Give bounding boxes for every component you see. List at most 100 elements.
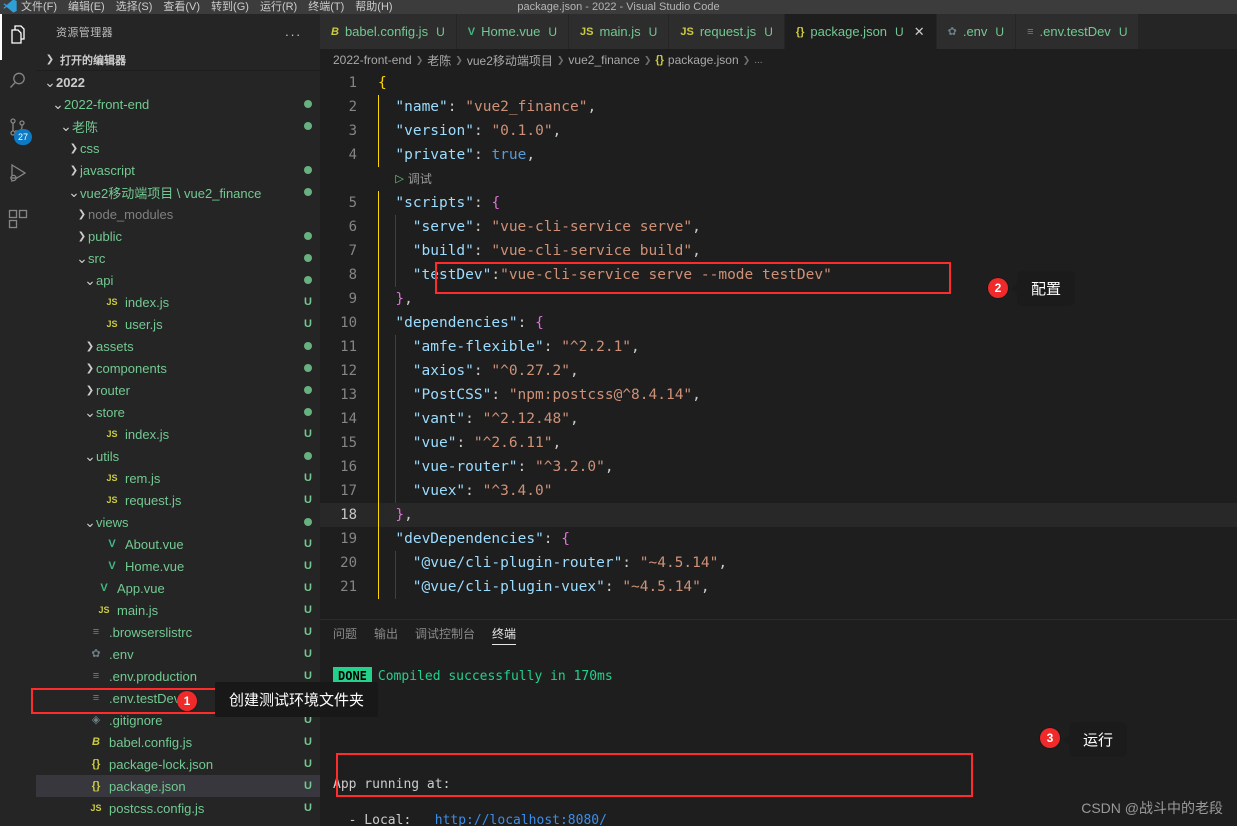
code-line[interactable]: 15 "vue": "^2.6.11",: [320, 431, 1237, 455]
breadcrumb-item[interactable]: ...: [754, 55, 762, 66]
code-line[interactable]: 3 "version": "0.1.0",: [320, 119, 1237, 143]
tree-item-2022[interactable]: ⌄ 2022: [36, 71, 320, 93]
tree-item-node-modules[interactable]: ❯ node_modules: [36, 203, 320, 225]
menu-item-edit[interactable]: 编辑(E): [68, 0, 105, 14]
code-line[interactable]: 18},: [320, 503, 1237, 527]
editor-tab-home-vue[interactable]: V Home.vue U: [456, 14, 570, 49]
breadcrumb-item[interactable]: vue2移动端项目: [467, 52, 553, 69]
editor-tab-babel-config-js[interactable]: Bbabel.config.js U: [320, 14, 457, 49]
tree-item-assets[interactable]: ❯ assets: [36, 335, 320, 357]
tree-item-laochen[interactable]: ⌄ 老陈: [36, 115, 320, 137]
tree-item-router[interactable]: ❯ router: [36, 379, 320, 401]
tree-item-javascript[interactable]: ❯ javascript: [36, 159, 320, 181]
tree-item-components[interactable]: ❯ components: [36, 357, 320, 379]
codelens-debug[interactable]: ▷ 调试: [320, 167, 1237, 191]
editor-tab-package-json[interactable]: {} package.json U ✕: [784, 14, 937, 49]
activity-search-button[interactable]: [0, 60, 36, 106]
open-editors-section[interactable]: ❯ 打开的编辑器: [36, 49, 320, 71]
breadcrumb-item[interactable]: {} package.json: [655, 53, 738, 67]
local-url[interactable]: http://localhost:8080/: [435, 813, 607, 826]
breadcrumb[interactable]: 2022-front-end ❯ 老陈 ❯ vue2移动端项目 ❯ vue2_finance…: [320, 49, 1237, 71]
tree-item-css[interactable]: ❯ css: [36, 137, 320, 159]
activity-extensions-button[interactable]: [0, 198, 36, 244]
breadcrumb-item[interactable]: 老陈: [427, 52, 451, 69]
tree-item-home-vue[interactable]: V Home.vue U: [36, 555, 320, 577]
code-line[interactable]: 6 "serve": "vue-cli-service serve",: [320, 215, 1237, 239]
activity-explorer-button[interactable]: [0, 14, 36, 60]
tree-item-package-lock-json[interactable]: {} package-lock.json U: [36, 753, 320, 775]
tree-item-request-js[interactable]: JS request.js U: [36, 489, 320, 511]
tree-item-label: babel.config.js: [109, 734, 193, 750]
code-line[interactable]: 2 "name": "vue2_finance",: [320, 95, 1237, 119]
panel-tab-终端[interactable]: 终端: [492, 620, 517, 647]
code-line[interactable]: 20 "@vue/cli-plugin-router": "~4.5.14",: [320, 551, 1237, 575]
code-line[interactable]: 14 "vant": "^2.12.48",: [320, 407, 1237, 431]
tree-item-views[interactable]: ⌄ views: [36, 511, 320, 533]
tree-item-2022-front-end[interactable]: ⌄ 2022-front-end: [36, 93, 320, 115]
code-line[interactable]: 9},: [320, 287, 1237, 311]
line-number: 13: [340, 387, 357, 403]
editor-tab-main-js[interactable]: JS main.js U: [569, 14, 670, 49]
tree-item-store-index-js[interactable]: JS index.js U: [36, 423, 320, 445]
code-line[interactable]: 8 "testDev":"vue-cli-service serve --mode…: [320, 263, 1237, 287]
activity-run-debug-button[interactable]: [0, 152, 36, 198]
panel-tab-输出[interactable]: 输出: [374, 620, 398, 647]
tree-item-utils[interactable]: ⌄ utils: [36, 445, 320, 467]
code-line[interactable]: 13 "PostCSS": "npm:postcss@^8.4.14",: [320, 383, 1237, 407]
tree-item-user-js[interactable]: JS user.js U: [36, 313, 320, 335]
tree-item-rem-js[interactable]: JS rem.js U: [36, 467, 320, 489]
menu-item-help[interactable]: 帮助(H): [355, 0, 392, 14]
tree-item-vue2-finance[interactable]: ⌄ vue2移动端项目 \ vue2_finance: [36, 181, 320, 203]
tree-item-public[interactable]: ❯ public: [36, 225, 320, 247]
tree-item-main-js[interactable]: JS main.js U: [36, 599, 320, 621]
tree-item-postcss-config-js[interactable]: JS postcss.config.js U: [36, 797, 320, 819]
editor-tab--env[interactable]: ✿ .env U: [936, 14, 1017, 49]
tree-item-browserslistrc[interactable]: ≡ .browserslistrc U: [36, 621, 320, 643]
tree-item-babel-config-js[interactable]: Bbabel.config.js U: [36, 731, 320, 753]
code-line[interactable]: 21 "@vue/cli-plugin-vuex": "~4.5.14",: [320, 575, 1237, 599]
code-line[interactable]: 16 "vue-router": "^3.2.0",: [320, 455, 1237, 479]
menu-item-terminal[interactable]: 终端(T): [308, 0, 344, 14]
menu-item-go[interactable]: 转到(G): [211, 0, 249, 14]
tree-item-api-index-js[interactable]: JS index.js U: [36, 291, 320, 313]
breadcrumb-item[interactable]: 2022-front-end: [333, 53, 412, 67]
tab-label: .env: [962, 24, 988, 39]
editor-tab-bar[interactable]: Bbabel.config.js U V Home.vue U JS main.js U JS r…: [320, 14, 1237, 49]
activity-source-control-button[interactable]: 27: [0, 106, 36, 152]
file-icon-js: JS: [106, 429, 118, 439]
menu-bar[interactable]: 文件(F) 编辑(E) 选择(S) 查看(V) 转到(G) 运行(R) 终端(T…: [21, 0, 393, 14]
code-line[interactable]: 7 "build": "vue-cli-service build",: [320, 239, 1237, 263]
git-status-dot: [304, 232, 312, 240]
tree-item-label: assets: [96, 338, 134, 354]
code-line[interactable]: 12 "axios": "^0.27.2",: [320, 359, 1237, 383]
menu-item-view[interactable]: 查看(V): [163, 0, 200, 14]
code-line[interactable]: 17 "vuex": "^3.4.0": [320, 479, 1237, 503]
tree-item-app-vue[interactable]: V App.vue U: [36, 577, 320, 599]
tree-item-src[interactable]: ⌄ src: [36, 247, 320, 269]
menu-item-file[interactable]: 文件(F): [21, 0, 57, 14]
panel-tab-bar[interactable]: 问题 输出 调试控制台 终端: [320, 620, 1237, 647]
breadcrumb-item[interactable]: vue2_finance: [568, 53, 639, 67]
code-editor[interactable]: 1{2 "name": "vue2_finance", 3 "version": "0…: [320, 71, 1237, 641]
tree-item-about-vue[interactable]: V About.vue U: [36, 533, 320, 555]
tree-item-env[interactable]: ✿ .env U: [36, 643, 320, 665]
panel-tab-问题[interactable]: 问题: [333, 620, 357, 647]
panel-tab-调试控制台[interactable]: 调试控制台: [415, 620, 475, 647]
code-line[interactable]: 11 "amfe-flexible": "^2.2.1",: [320, 335, 1237, 359]
code-line[interactable]: 5 "scripts": {: [320, 191, 1237, 215]
menu-item-run[interactable]: 运行(R): [260, 0, 297, 14]
editor-tab-request-js[interactable]: JS request.js U: [669, 14, 785, 49]
editor-tab--env-testdev[interactable]: ≡ .env.testDev U: [1016, 14, 1140, 49]
code-line[interactable]: 19 "devDependencies": {: [320, 527, 1237, 551]
tree-item-package-json[interactable]: {} package.json U: [36, 775, 320, 797]
tab-close-icon[interactable]: ✕: [914, 24, 925, 40]
menu-item-select[interactable]: 选择(S): [116, 0, 153, 14]
tree-item-store[interactable]: ⌄ store: [36, 401, 320, 423]
code-line[interactable]: 1{: [320, 71, 1237, 95]
code-line[interactable]: 10 "dependencies": {: [320, 311, 1237, 335]
tree-item-api[interactable]: ⌄ api: [36, 269, 320, 291]
explorer-more-icon[interactable]: ...: [285, 24, 302, 39]
code-line[interactable]: 4 "private": true,: [320, 143, 1237, 167]
